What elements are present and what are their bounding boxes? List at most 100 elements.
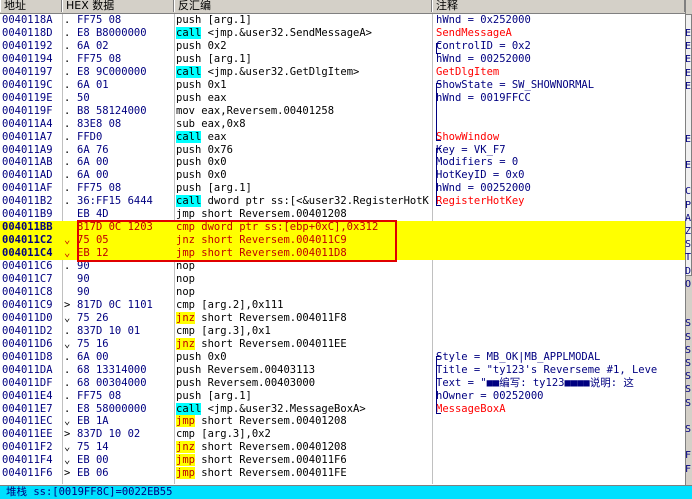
row-hex: 50 <box>77 91 90 104</box>
row-address: 0040118A <box>2 14 53 26</box>
row-comment: Modifiers = 0 <box>436 156 684 169</box>
jmp-keyword: jnz <box>176 441 195 454</box>
code-row[interactable]: 0040119E. 50 push eax hWnd = 0019FFCC <box>0 92 685 105</box>
code-row[interactable]: 004011AD. 6A 00 push 0x0 HotKeyID = 0x0 <box>0 169 685 182</box>
row-address: 004011B9 <box>2 208 53 221</box>
register-pane-label: S <box>685 384 692 396</box>
jump-marker <box>64 286 74 299</box>
code-row[interactable]: 004011A9. 6A 76 push 0x76 Key = VK_F7 <box>0 144 685 157</box>
row-comment <box>436 454 684 467</box>
code-row[interactable]: 004011EC ⌄ EB 1A jmp short Reversem.0040120… <box>0 415 685 428</box>
row-comment: ShowWindow <box>436 131 684 144</box>
code-row[interactable]: 004011A4. 83E8 08 sub eax,0x8 <box>0 118 685 131</box>
instruction-text: short Reversem.00401208 <box>194 415 347 428</box>
header-disassembly[interactable]: 反汇编 <box>174 0 432 12</box>
code-row[interactable]: 004011AF. FF75 08 push [arg.1] hWnd = 00252… <box>0 182 685 195</box>
jump-marker: . <box>64 91 71 104</box>
register-pane-label: A <box>685 212 692 224</box>
row-hex: FFD0 <box>77 130 103 143</box>
code-row[interactable]: 004011D6 ⌄ 75 16 jnz short Reversem.004011E… <box>0 337 685 351</box>
instruction-text: push Reversem.00403113 <box>176 363 316 376</box>
code-row[interactable]: 004011DF. 68 00304000 push Reversem.004030… <box>0 377 685 390</box>
header-comment[interactable]: 注释 <box>432 0 685 12</box>
row-comment <box>436 312 684 325</box>
call-keyword: call <box>176 65 202 78</box>
instruction-text: push Reversem.00403000 <box>176 376 316 389</box>
row-comment: hOwner = 00252000 <box>436 390 684 403</box>
jump-marker: . <box>64 65 71 78</box>
header-hex[interactable]: HEX 数据 <box>62 0 174 12</box>
jump-marker <box>64 208 74 221</box>
code-row[interactable]: 0040119F. B8 58124000 mov eax,Reversem.004… <box>0 105 685 118</box>
row-instruction: call eax <box>176 130 431 144</box>
jump-marker: . <box>64 78 71 91</box>
row-hex: B8 58124000 <box>77 104 147 117</box>
row-comment <box>436 234 684 247</box>
row-hex: 837D 10 01 <box>77 324 141 337</box>
code-row[interactable]: 004011A7. FFD0 call eax ShowWindow <box>0 130 685 144</box>
row-address: 004011F4 <box>2 454 53 467</box>
code-row[interactable]: 004011E7. E8 58000000 call <jmp.&user32.Me… <box>0 402 685 416</box>
code-row[interactable]: 004011F6 > EB 06 jmp short Reversem.004011F… <box>0 467 685 480</box>
row-comment: Style = MB_OK|MB_APPLMODAL <box>436 351 684 364</box>
code-row[interactable]: 004011E4. FF75 08 push [arg.1] hOwner = 002… <box>0 390 685 403</box>
code-row[interactable]: 004011B2. 36:FF15 6444 call dword ptr ss:[… <box>0 195 685 208</box>
row-instruction: sub eax,0x8 <box>176 118 431 131</box>
row-comment: hWnd = 00252000 <box>436 182 684 195</box>
code-row[interactable]: 004011EE >837D 10 02 cmp [arg.3],0x2 <box>0 428 685 441</box>
code-row[interactable]: 0040118D. E8 B8000000 call <jmp.&user32.Se… <box>0 26 685 40</box>
header-address[interactable]: 地址 <box>0 0 62 12</box>
code-row[interactable]: 0040119C. 6A 01 push 0x1 ShowState = SW_SHO… <box>0 79 685 92</box>
instruction-text: dword ptr ss:[<&user32.RegisterHotK <box>201 195 429 208</box>
instruction-text: <jmp.&user32.SendMessageA> <box>201 26 372 39</box>
code-row[interactable]: 0040118A. FF75 08 push [arg.1] hWnd = 0x252… <box>0 14 685 27</box>
row-hex: 6A 02 <box>77 39 109 52</box>
jump-marker: . <box>64 104 71 117</box>
code-row[interactable]: 00401197. E8 9C000000 call <jmp.&user32.Ge… <box>0 65 685 79</box>
row-address: 004011F2 <box>2 441 53 454</box>
row-hex: 75 16 <box>77 337 109 350</box>
row-address: 004011B2 <box>2 195 53 208</box>
row-hex: EB 00 <box>77 454 109 467</box>
row-instruction: mov eax,Reversem.00401258 <box>176 105 431 118</box>
code-row[interactable]: 004011DA. 68 13314000 push Reversem.004031… <box>0 364 685 377</box>
code-row[interactable]: 00401192. 6A 02 push 0x2 ControlID = 0x2 <box>0 40 685 53</box>
code-row[interactable]: 004011D0 ⌄ 75 26 jnz short Reversem.004011F… <box>0 311 685 325</box>
row-comment: Text = "■■编写: ty123■■■■说明: 这 <box>436 377 684 390</box>
jump-marker: ⌄ <box>64 247 71 260</box>
row-address: 004011AD <box>2 169 53 182</box>
code-row[interactable]: 00401194. FF75 08 push [arg.1] hWnd = 00252… <box>0 53 685 66</box>
register-pane-label: E <box>685 80 692 92</box>
jump-marker: . <box>64 130 71 143</box>
instruction-text: short Reversem.004011F8 <box>194 311 347 324</box>
code-row[interactable]: 004011F4 ⌄ EB 00 jmp short Reversem.004011F… <box>0 454 685 467</box>
row-instruction: cmp [arg.2],0x111 <box>176 299 431 312</box>
register-pane-label: E <box>685 160 692 171</box>
row-hex: E8 58000000 <box>77 402 147 415</box>
row-address: 0040119E <box>2 91 53 104</box>
row-comment: hWnd = 00252000 <box>436 53 684 66</box>
row-address: 004011EE <box>2 428 53 441</box>
code-row[interactable]: 004011D8. 6A 00 push 0x0 Style = MB_OK|MB_A… <box>0 351 685 364</box>
register-pane-label: S <box>685 318 692 330</box>
code-row[interactable]: 004011AB. 6A 00 push 0x0 Modifiers = 0 <box>0 156 685 169</box>
row-comment <box>436 273 684 286</box>
comment-text: hWnd = 0x252000 <box>436 14 531 26</box>
jmp-keyword: jmp <box>176 467 195 480</box>
comment-text: HotKeyID = 0x0 <box>436 169 525 182</box>
row-address: 0040119C <box>2 78 53 91</box>
row-instruction: push 0x1 <box>176 79 431 92</box>
row-address: 004011A4 <box>2 117 53 130</box>
code-row[interactable]: 004011F2 ⌄ 75 14 jnz short Reversem.0040120… <box>0 441 685 454</box>
code-row[interactable]: 004011C8 90 nop <box>0 286 685 299</box>
selection-highlight-box <box>77 220 397 262</box>
code-row[interactable]: 004011C9 >817D 0C 1101 cmp [arg.2],0x111 <box>0 299 685 312</box>
code-row[interactable]: 004011C7 90 nop <box>0 273 685 286</box>
code-row[interactable]: 004011D2. 837D 10 01 cmp [arg.3],0x1 <box>0 325 685 338</box>
status-bar: 堆栈 ss:[0019FF8C]=0022EB55 <box>0 485 692 499</box>
row-hex: 6A 00 <box>77 169 109 182</box>
row-instruction: cmp [arg.3],0x1 <box>176 325 431 338</box>
row-comment: Title = "ty123's Reverseme #1, Leve <box>436 364 684 377</box>
instruction-text: push [arg.1] <box>176 52 252 65</box>
row-hex: E8 9C000000 <box>77 65 147 78</box>
